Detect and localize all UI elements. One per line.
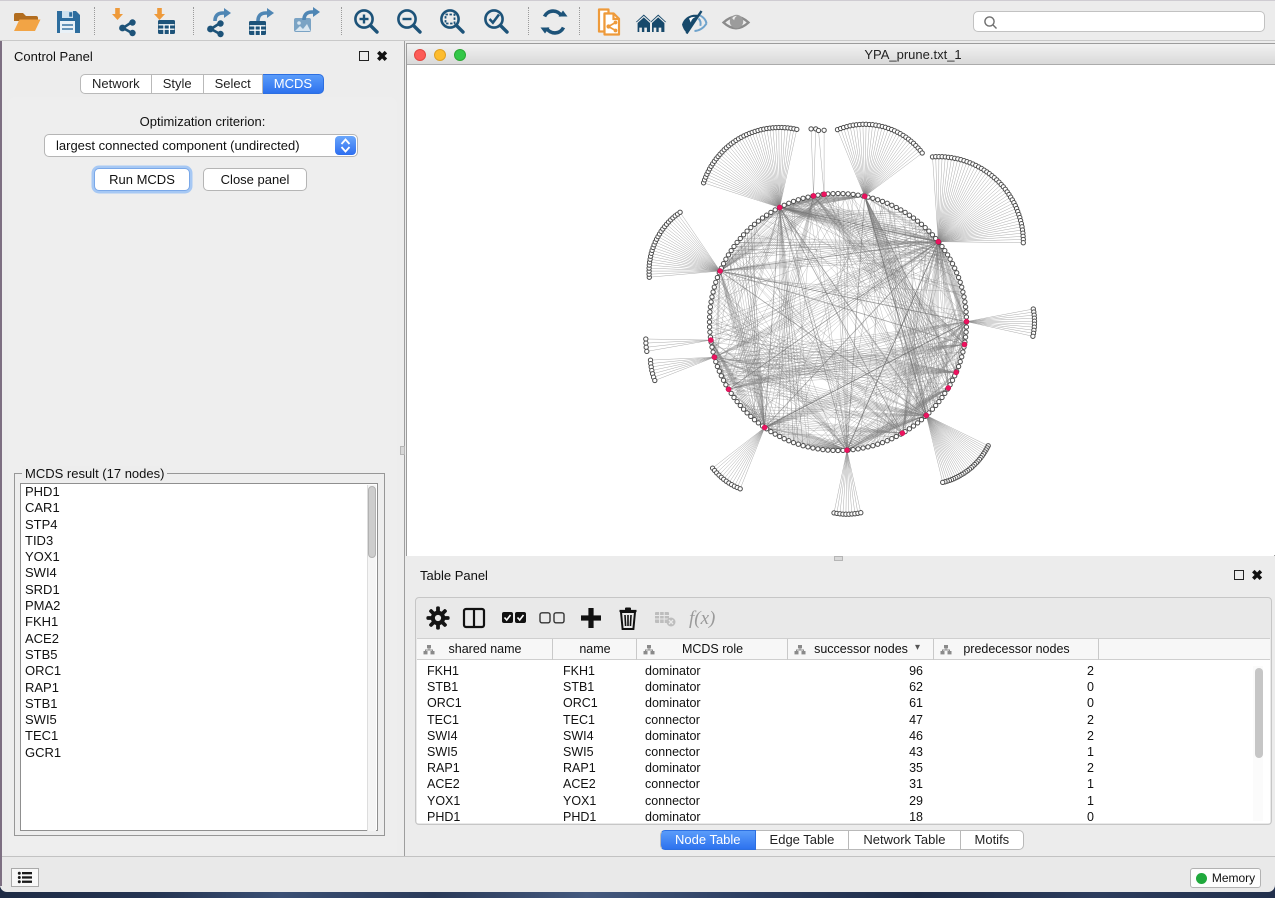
svg-text:f(x): f(x)	[689, 608, 715, 629]
